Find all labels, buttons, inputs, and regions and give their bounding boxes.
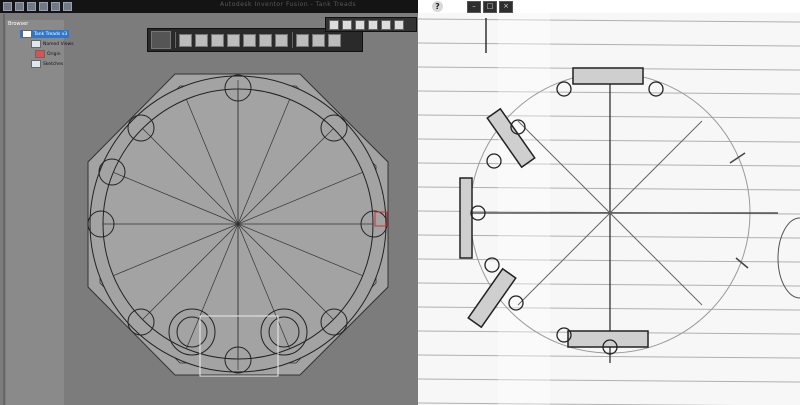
ruled-line xyxy=(418,162,800,167)
ruled-line xyxy=(418,18,800,23)
hand-drawing xyxy=(418,13,800,405)
color-icon[interactable] xyxy=(275,33,288,47)
ruled-line xyxy=(418,282,800,287)
open-file-icon[interactable] xyxy=(27,2,36,11)
pencil-roller xyxy=(484,257,500,273)
ruled-line xyxy=(418,42,800,47)
navigation-bar xyxy=(325,17,417,32)
box-icon[interactable] xyxy=(195,33,208,47)
shell-icon[interactable] xyxy=(259,33,272,47)
ruled-line xyxy=(418,378,800,383)
view-cube-icon[interactable] xyxy=(151,31,171,49)
new-file-icon[interactable] xyxy=(15,2,24,11)
fit-icon[interactable] xyxy=(381,19,391,30)
ruled-line xyxy=(418,234,800,239)
sketch-viewport[interactable] xyxy=(0,0,418,405)
light-band xyxy=(498,13,550,405)
title-bar: Autodesk Inventor Fusion - Tank Treads xyxy=(0,0,418,13)
look-icon[interactable] xyxy=(368,19,378,30)
extrude-icon[interactable] xyxy=(211,33,224,47)
ribbon-separator xyxy=(175,32,176,48)
ruled-line xyxy=(418,186,800,191)
ruled-line xyxy=(418,354,800,359)
tread-block xyxy=(459,177,473,259)
ruled-line xyxy=(418,138,800,143)
tread-block xyxy=(567,330,649,348)
pencil-roller xyxy=(648,81,664,97)
save-icon[interactable] xyxy=(39,2,48,11)
app-menu-icon[interactable] xyxy=(3,2,12,11)
redo-icon[interactable] xyxy=(63,2,72,11)
zoom-icon[interactable] xyxy=(355,19,365,30)
cad-window: Autodesk Inventor Fusion - Tank Treads B… xyxy=(0,0,418,405)
undo-icon[interactable] xyxy=(51,2,60,11)
fillet-icon[interactable] xyxy=(243,33,256,47)
ruled-line xyxy=(418,258,800,263)
render-icon[interactable] xyxy=(328,33,341,47)
revolve-icon[interactable] xyxy=(227,33,240,47)
minimize-button[interactable]: – xyxy=(467,0,481,13)
paper-sketch-photo xyxy=(418,13,800,405)
maximize-button[interactable]: □ xyxy=(483,0,497,13)
close-button[interactable]: × xyxy=(499,0,513,13)
appearance-icon[interactable] xyxy=(296,33,309,47)
ribbon-separator xyxy=(292,32,293,48)
help-icon[interactable]: ? xyxy=(432,1,443,12)
pencil-roller xyxy=(556,81,572,97)
views-icon[interactable] xyxy=(394,19,404,30)
pan-icon[interactable] xyxy=(342,19,352,30)
ruled-line xyxy=(418,114,800,119)
window-controls: ? – □ × xyxy=(430,0,515,13)
window-title: Autodesk Inventor Fusion - Tank Treads xyxy=(220,1,357,8)
ruled-line xyxy=(418,90,800,95)
material-icon[interactable] xyxy=(312,33,325,47)
tread-block xyxy=(572,67,644,85)
orbit-icon[interactable] xyxy=(329,19,339,30)
line-tool-icon[interactable] xyxy=(179,33,192,47)
